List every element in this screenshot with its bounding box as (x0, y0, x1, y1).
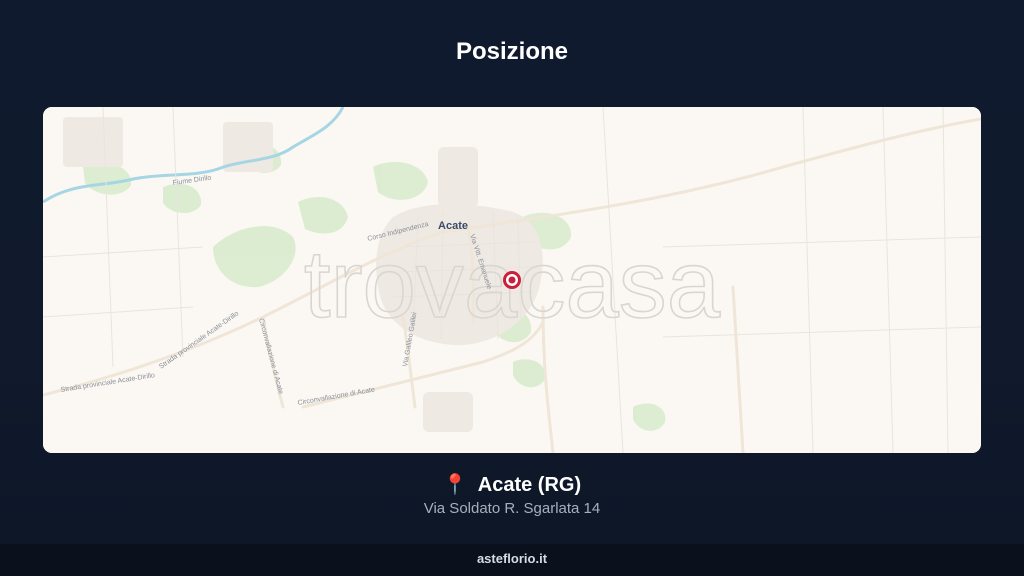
location-address: Via Soldato R. Sgarlata 14 (423, 500, 601, 517)
location-name: 📍 Acate (RG) (0, 472, 1024, 497)
map-pin-icon[interactable] (503, 271, 521, 289)
map-place-label: Acate (438, 220, 468, 232)
map-view[interactable]: trovacasa Acate Fiume Dirillo Corso Indi… (43, 107, 981, 453)
map-pin-icon: 📍 (442, 474, 468, 496)
page-title: Posizione (455, 38, 569, 65)
location-label: Acate (RG) (477, 474, 582, 496)
footer-site: asteflorio.it (0, 544, 1024, 576)
